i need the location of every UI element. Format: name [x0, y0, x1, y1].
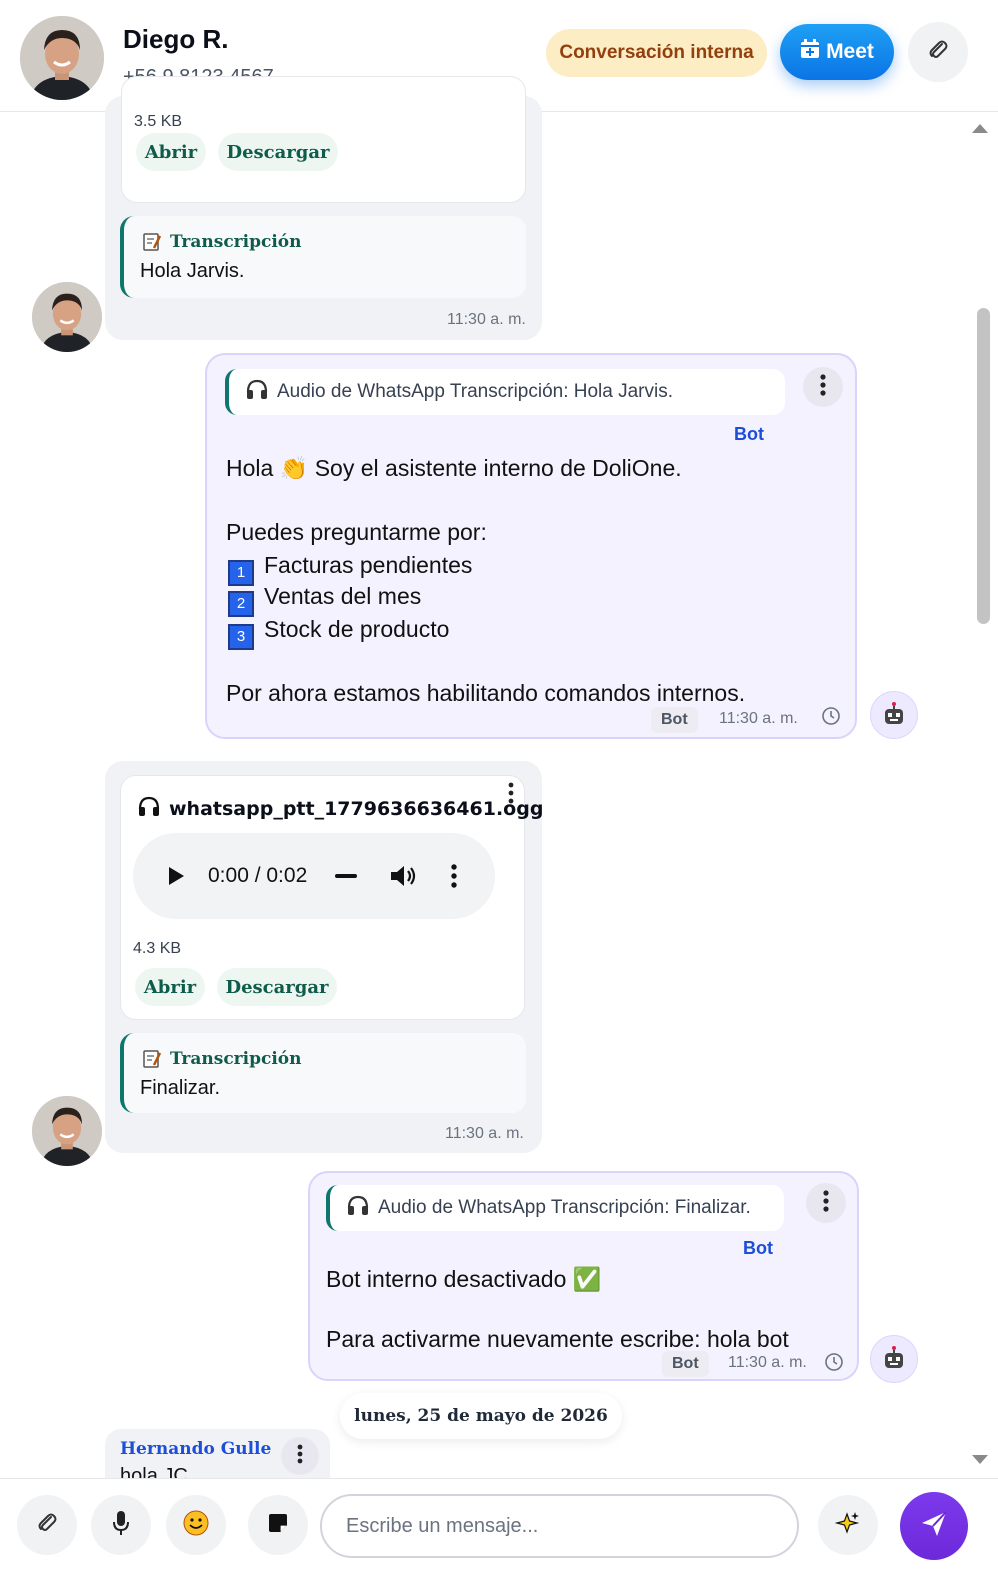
contact-avatar	[32, 1096, 102, 1166]
quoted-text: Audio de WhatsApp Transcripción: Hola Ja…	[277, 381, 674, 402]
more-vertical-icon	[297, 1444, 303, 1468]
transcription-box: Transcripción Finalizar.	[120, 1033, 526, 1113]
volume-icon[interactable]	[389, 863, 417, 893]
smiley-icon	[183, 1510, 209, 1540]
message-options-button[interactable]	[281, 1437, 319, 1475]
audio-time: 0:00 / 0:02	[208, 864, 308, 887]
microphone-icon	[111, 1510, 131, 1540]
message-options-button[interactable]	[806, 1183, 846, 1223]
attachment-card: whatsapp_ptt_1779636636461.ogg 0:00 / 0:…	[120, 775, 543, 1020]
transcription-title: Transcripción	[170, 232, 302, 252]
paperclip-icon	[926, 38, 950, 66]
play-icon[interactable]	[167, 866, 185, 890]
scroll-down-arrow-icon[interactable]	[972, 1455, 988, 1464]
sender-name: Hernando Gulle	[120, 1439, 272, 1459]
keycap-1-icon: 1	[228, 559, 254, 586]
message-options-button[interactable]	[803, 367, 843, 407]
contact-name: Diego R.	[123, 24, 229, 54]
bot-avatar-icon	[870, 691, 918, 739]
memo-icon	[142, 1049, 162, 1073]
file-size: 3.5 KB	[134, 113, 183, 130]
attach-button[interactable]	[17, 1495, 77, 1555]
quoted-message[interactable]: Audio de WhatsApp Transcripción: Hola Ja…	[225, 369, 785, 415]
quoted-message[interactable]: Audio de WhatsApp Transcripción: Finaliz…	[326, 1185, 784, 1231]
headphones-icon	[346, 1193, 370, 1223]
voice-record-button[interactable]	[91, 1495, 151, 1555]
headphones-icon	[245, 377, 269, 407]
meet-label: Meet	[826, 40, 874, 63]
date-separator: lunes, 25 de mayo de 2026	[340, 1393, 622, 1439]
player-more-icon[interactable]	[451, 864, 457, 892]
attachments-button[interactable]	[908, 22, 968, 82]
scroll-up-arrow-icon[interactable]	[972, 124, 988, 133]
transcription-box: Transcripción Hola Jarvis.	[120, 216, 526, 298]
message-time: 11:30 a. m.	[447, 311, 526, 328]
incoming-message-bubble: whatsapp_ptt_1779636636461.ogg 0:00 / 0:…	[105, 761, 543, 1153]
emoji-button[interactable]	[166, 1495, 226, 1555]
more-vertical-icon[interactable]	[508, 782, 514, 808]
message-line: Bot interno desactivado ✅	[326, 1266, 602, 1292]
sender-label: Bot	[734, 424, 764, 444]
send-icon	[919, 1509, 949, 1543]
download-file-button[interactable]: Descargar	[218, 133, 338, 171]
sparkles-icon	[834, 1510, 861, 1540]
sticker-button[interactable]	[248, 1495, 308, 1555]
keycap-3-icon: 3	[228, 623, 254, 650]
clock-icon	[824, 1352, 844, 1376]
bot-badge: Bot	[651, 707, 698, 733]
headphones-icon	[137, 794, 161, 823]
send-button[interactable]	[900, 1492, 968, 1560]
contact-avatar[interactable]	[20, 16, 104, 100]
message-line: Para activarme nuevamente escribe: hola …	[326, 1326, 789, 1352]
quoted-text: Audio de WhatsApp Transcripción: Finaliz…	[378, 1197, 751, 1218]
message-time: 11:30 a. m.	[728, 1354, 807, 1371]
message-composer	[0, 1478, 998, 1575]
bot-message-bubble: Audio de WhatsApp Transcripción: Finaliz…	[308, 1171, 859, 1381]
transcription-title: Transcripción	[170, 1049, 302, 1069]
meet-button[interactable]: Meet	[780, 24, 894, 80]
incoming-message-bubble: 3.5 KB Abrir Descargar Transcripción Hol…	[105, 76, 542, 340]
message-line: Puedes preguntarme por:	[226, 519, 487, 545]
transcription-text: Hola Jarvis.	[140, 260, 245, 282]
ai-assist-button[interactable]	[818, 1495, 878, 1555]
message-time: 11:30 a. m.	[445, 1125, 524, 1142]
message-text: hola JC	[120, 1465, 188, 1478]
download-file-button[interactable]: Descargar	[217, 968, 337, 1006]
message-line: Hola 👏 Soy el asistente interno de DoliO…	[226, 455, 682, 481]
sender-label: Bot	[743, 1238, 773, 1258]
message-input[interactable]	[320, 1494, 799, 1558]
more-vertical-icon	[820, 374, 826, 400]
chat-app: Diego R. +56 9 8123 4567 Conversación in…	[0, 0, 998, 1575]
memo-icon	[142, 232, 162, 256]
transcription-text: Finalizar.	[140, 1077, 221, 1099]
open-file-button[interactable]: Abrir	[136, 133, 206, 171]
bot-badge: Bot	[662, 1351, 709, 1377]
internal-conversation-chip[interactable]: Conversación interna	[546, 29, 767, 77]
audio-player: 0:00 / 0:02	[133, 833, 495, 919]
clock-icon	[821, 706, 841, 730]
incoming-message-bubble: Hernando Gulle hola JC	[105, 1429, 330, 1478]
attachment-card: 3.5 KB Abrir Descargar	[121, 76, 526, 203]
open-file-button[interactable]: Abrir	[135, 968, 205, 1006]
audio-file-title: whatsapp_ptt_1779636636461.ogg	[137, 794, 543, 823]
bot-avatar-icon	[870, 1335, 918, 1383]
audio-filename: whatsapp_ptt_1779636636461.ogg	[169, 797, 544, 820]
keycap-2-icon: 2	[228, 590, 254, 617]
bot-message-bubble: Audio de WhatsApp Transcripción: Hola Ja…	[205, 353, 857, 739]
progress-slider[interactable]	[335, 874, 357, 878]
scroll-thumb[interactable]	[977, 308, 990, 624]
sticker-icon	[267, 1512, 289, 1538]
list-item: 1 Facturas pendientes	[228, 552, 472, 586]
list-item: 3 Stock de producto	[228, 616, 449, 650]
message-time: 11:30 a. m.	[719, 710, 798, 727]
more-vertical-icon	[823, 1190, 829, 1216]
contact-avatar	[32, 282, 102, 352]
file-size: 4.3 KB	[133, 940, 182, 957]
calendar-plus-icon	[800, 39, 820, 65]
message-line: Por ahora estamos habilitando comandos i…	[226, 680, 746, 706]
list-item: 2 Ventas del mes	[228, 583, 421, 617]
paperclip-icon	[35, 1511, 59, 1539]
